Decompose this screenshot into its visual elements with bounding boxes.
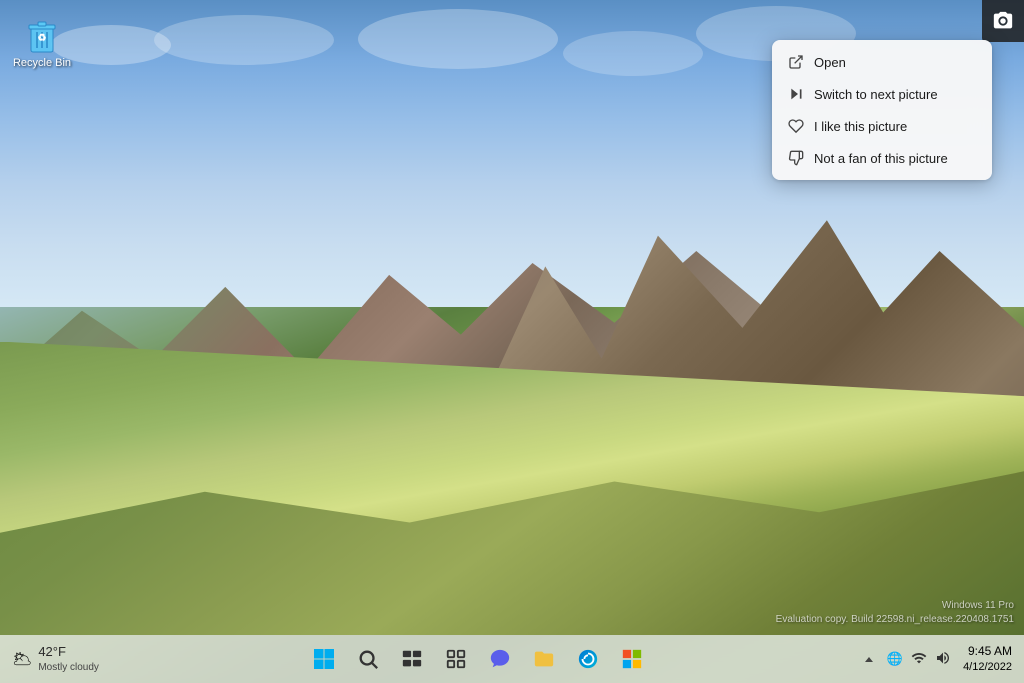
menu-item-like[interactable]: I like this picture xyxy=(772,110,992,142)
chat-icon xyxy=(488,647,512,671)
weather-temperature: 42°F xyxy=(38,644,99,661)
menu-switch-label: Switch to next picture xyxy=(814,87,938,102)
network-icon[interactable]: 🌐 xyxy=(885,649,905,669)
search-button[interactable] xyxy=(348,639,388,679)
edge-button[interactable] xyxy=(568,639,608,679)
volume-icon[interactable] xyxy=(933,648,953,671)
taskview-icon xyxy=(400,647,424,671)
desktop: ♻ Recycle Bin Open xyxy=(0,0,1024,683)
recycle-bin-icon: ♻ xyxy=(22,14,62,54)
menu-open-label: Open xyxy=(814,55,846,70)
clock-time: 9:45 AM xyxy=(963,643,1012,660)
widgets-button[interactable] xyxy=(436,639,476,679)
store-button[interactable] xyxy=(612,639,652,679)
taskbar-center xyxy=(99,639,857,679)
recycle-bin[interactable]: ♻ Recycle Bin xyxy=(8,10,76,74)
dislike-icon xyxy=(788,150,804,166)
next-picture-icon xyxy=(788,86,804,102)
weather-widget[interactable]: 42°F Mostly cloudy xyxy=(38,644,99,675)
camera-icon xyxy=(992,10,1014,32)
heart-icon xyxy=(788,118,804,134)
spotlight-button[interactable] xyxy=(982,0,1024,42)
edge-icon xyxy=(576,647,600,671)
menu-item-not-fan[interactable]: Not a fan of this picture xyxy=(772,142,992,174)
recycle-bin-label: Recycle Bin xyxy=(13,57,71,70)
task-view-button[interactable] xyxy=(392,639,432,679)
widgets-icon xyxy=(444,647,468,671)
menu-like-label: I like this picture xyxy=(814,119,907,134)
store-icon xyxy=(620,647,644,671)
taskbar-right: 🌐 9:45 AM 4/12/2022 xyxy=(857,643,1024,675)
menu-item-open[interactable]: Open xyxy=(772,46,992,78)
weather-description: Mostly cloudy xyxy=(38,661,99,674)
clock[interactable]: 9:45 AM 4/12/2022 xyxy=(963,643,1012,675)
folder-icon xyxy=(532,647,556,671)
chat-button[interactable] xyxy=(480,639,520,679)
tray-icons: 🌐 xyxy=(885,648,953,671)
start-button[interactable] xyxy=(304,639,344,679)
show-hidden-icons-button[interactable] xyxy=(857,643,881,675)
context-menu: Open Switch to next picture I like this … xyxy=(772,40,992,180)
menu-not-fan-label: Not a fan of this picture xyxy=(814,151,948,166)
clock-date: 4/12/2022 xyxy=(963,660,1012,675)
windows-icon xyxy=(312,647,336,671)
taskbar: 🌥 42°F Mostly cloudy xyxy=(0,635,1024,683)
weather-icon: 🌥 xyxy=(12,649,32,669)
taskbar-left: 🌥 42°F Mostly cloudy xyxy=(0,644,99,675)
external-link-icon xyxy=(788,54,804,70)
search-icon xyxy=(356,647,380,671)
chevron-up-icon xyxy=(865,657,873,662)
file-explorer-button[interactable] xyxy=(524,639,564,679)
wifi-icon[interactable] xyxy=(909,648,929,671)
menu-item-switch-next[interactable]: Switch to next picture xyxy=(772,78,992,110)
svg-text:♻: ♻ xyxy=(38,33,47,44)
